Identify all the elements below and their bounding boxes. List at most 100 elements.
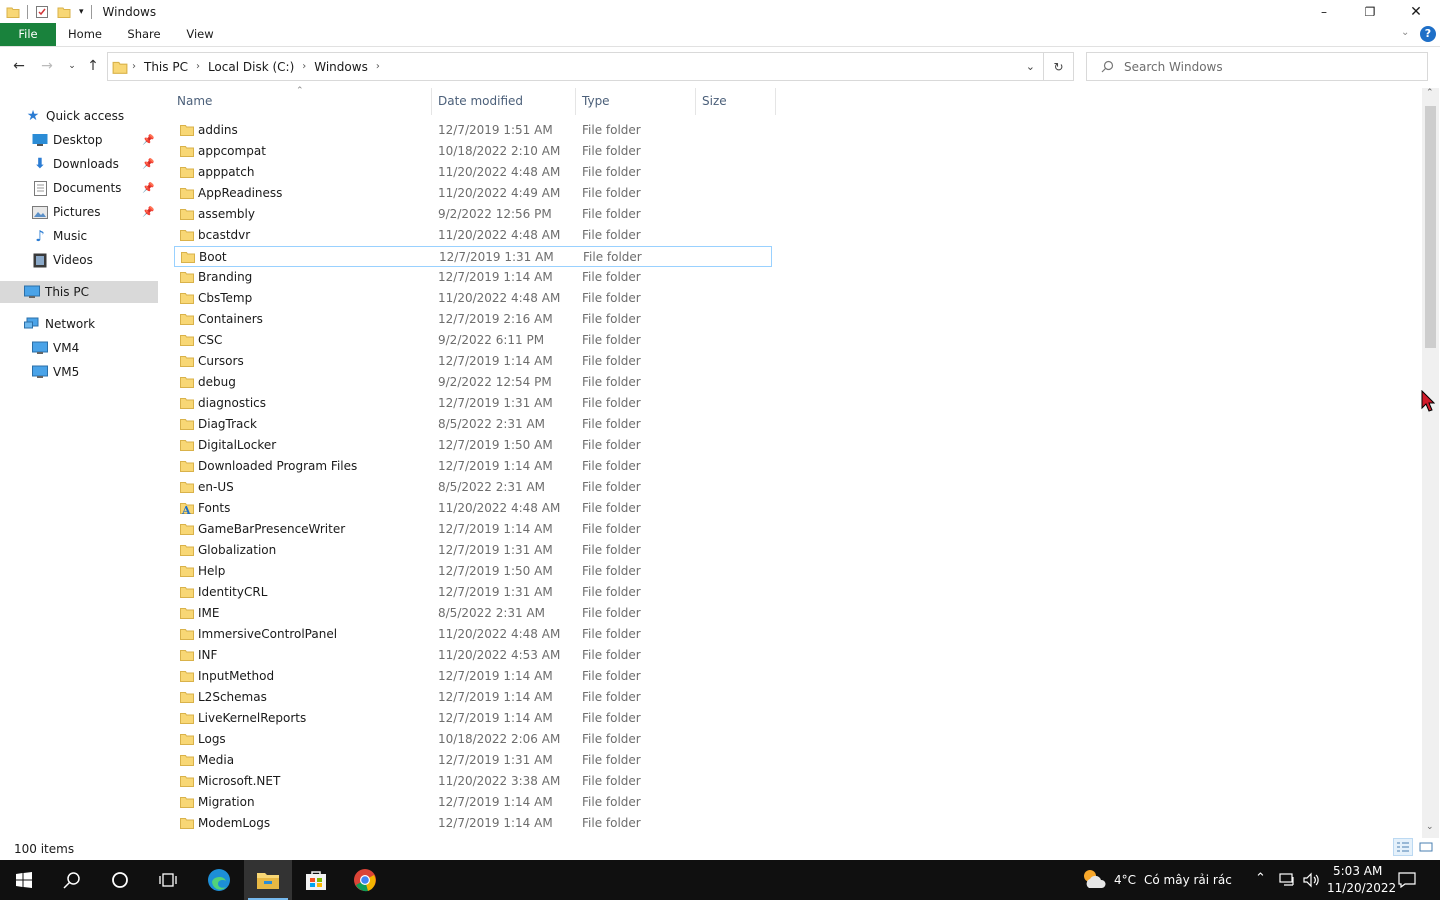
volume-icon[interactable] bbox=[1302, 872, 1320, 888]
file-type: File folder bbox=[582, 270, 641, 284]
address-dropdown-icon[interactable]: ⌄ bbox=[1026, 60, 1035, 73]
file-row[interactable]: Globalization 12/7/2019 1:31 AM File folde… bbox=[174, 540, 772, 561]
chevron-right-icon[interactable]: › bbox=[376, 61, 380, 72]
start-button[interactable] bbox=[0, 860, 48, 900]
task-view-button[interactable] bbox=[144, 860, 192, 900]
file-explorer-button[interactable] bbox=[244, 860, 292, 900]
file-row[interactable]: appcompat 10/18/2022 2:10 AM File folder bbox=[174, 141, 772, 162]
tab-view[interactable]: View bbox=[180, 23, 220, 46]
file-row[interactable]: DiagTrack 8/5/2022 2:31 AM File folder bbox=[174, 414, 772, 435]
customize-toolbar-icon[interactable]: ▾ bbox=[79, 7, 84, 17]
file-row[interactable]: DigitalLocker 12/7/2019 1:50 AM File folde… bbox=[174, 435, 772, 456]
cortana-button[interactable] bbox=[96, 860, 144, 900]
file-row[interactable]: assembly 9/2/2022 12:56 PM File folder bbox=[174, 204, 772, 225]
expand-ribbon-icon[interactable]: ⌄ bbox=[1401, 27, 1409, 38]
chrome-button[interactable] bbox=[341, 860, 389, 900]
file-type: File folder bbox=[582, 291, 641, 305]
weather-icon[interactable] bbox=[1081, 868, 1107, 890]
close-button[interactable]: ✕ bbox=[1393, 0, 1439, 23]
file-row[interactable]: Migration 12/7/2019 1:14 AM File folder bbox=[174, 792, 772, 813]
file-type: File folder bbox=[583, 250, 642, 264]
file-type: File folder bbox=[582, 501, 641, 515]
search-input[interactable]: Search Windows bbox=[1124, 60, 1223, 74]
file-row[interactable]: INF 11/20/2022 4:53 AM File folder bbox=[174, 645, 772, 666]
vertical-scrollbar[interactable]: ⌃ ⌄ bbox=[1422, 88, 1439, 838]
file-row[interactable]: IME 8/5/2022 2:31 AM File folder bbox=[174, 603, 772, 624]
clock-time[interactable]: 5:03 AM bbox=[1333, 864, 1382, 878]
scroll-down-icon[interactable]: ⌄ bbox=[1426, 822, 1434, 832]
store-button[interactable] bbox=[292, 860, 340, 900]
file-row[interactable]: ImmersiveControlPanel 11/20/2022 4:48 AM F… bbox=[174, 624, 772, 645]
file-row[interactable]: Help 12/7/2019 1:50 AM File folder bbox=[174, 561, 772, 582]
file-row[interactable]: apppatch 11/20/2022 4:48 AM File folder bbox=[174, 162, 772, 183]
tab-share[interactable]: Share bbox=[122, 23, 166, 46]
file-name: CSC bbox=[198, 333, 223, 347]
file-row[interactable]: IdentityCRL 12/7/2019 1:31 AM File folder bbox=[174, 582, 772, 603]
column-header-size[interactable]: Size bbox=[702, 88, 772, 115]
search-box[interactable]: Search Windows bbox=[1086, 52, 1428, 81]
file-row[interactable]: CbsTemp 11/20/2022 4:48 AM File folder bbox=[174, 288, 772, 309]
refresh-button[interactable]: ↻ bbox=[1044, 52, 1074, 81]
edge-button[interactable] bbox=[195, 860, 243, 900]
notifications-icon[interactable] bbox=[1398, 872, 1416, 888]
file-type: File folder bbox=[582, 207, 641, 221]
properties-icon[interactable] bbox=[35, 5, 49, 19]
large-icons-view-button[interactable] bbox=[1416, 838, 1436, 856]
file-row[interactable]: GameBarPresenceWriter 12/7/2019 1:14 AM Fi… bbox=[174, 519, 772, 540]
file-row[interactable]: Cursors 12/7/2019 1:14 AM File folder bbox=[174, 351, 772, 372]
recent-locations-button[interactable]: ⌄ bbox=[62, 55, 82, 77]
file-row[interactable]: Branding 12/7/2019 1:14 AM File folder bbox=[174, 267, 772, 288]
help-icon[interactable]: ? bbox=[1420, 26, 1436, 42]
file-row[interactable]: LiveKernelReports 12/7/2019 1:14 AM File f… bbox=[174, 708, 772, 729]
minimize-button[interactable]: – bbox=[1301, 0, 1347, 23]
file-row[interactable]: Microsoft.NET 11/20/2022 3:38 AM File fold… bbox=[174, 771, 772, 792]
chrome-icon bbox=[354, 869, 376, 892]
forward-button[interactable]: → bbox=[37, 55, 57, 77]
file-row[interactable]: L2Schemas 12/7/2019 1:14 AM File folder bbox=[174, 687, 772, 708]
column-header-type[interactable]: Type bbox=[582, 88, 692, 115]
network-status-icon[interactable] bbox=[1279, 872, 1297, 888]
column-header-date[interactable]: Date modified bbox=[438, 88, 574, 115]
item-count: 100 items bbox=[14, 842, 75, 856]
file-row[interactable]: Logs 10/18/2022 2:06 AM File folder bbox=[174, 729, 772, 750]
file-row[interactable]: en-US 8/5/2022 2:31 AM File folder bbox=[174, 477, 772, 498]
tab-file[interactable]: File bbox=[0, 23, 56, 46]
file-row[interactable]: Media 12/7/2019 1:31 AM File folder bbox=[174, 750, 772, 771]
file-date: 9/2/2022 6:11 PM bbox=[438, 333, 545, 347]
weather-description[interactable]: Có mây rải rác bbox=[1144, 873, 1232, 887]
scroll-up-icon[interactable]: ⌃ bbox=[1426, 88, 1434, 98]
file-row[interactable]: ModemLogs 12/7/2019 1:14 AM File folder bbox=[174, 813, 772, 834]
file-row[interactable]: CSC 9/2/2022 6:11 PM File folder bbox=[174, 330, 772, 351]
weather-temperature[interactable]: 4°C bbox=[1114, 873, 1136, 887]
file-row[interactable]: InputMethod 12/7/2019 1:14 AM File folder bbox=[174, 666, 772, 687]
back-button[interactable]: ← bbox=[9, 55, 29, 77]
file-row[interactable]: A Fonts 11/20/2022 4:48 AM File folder bbox=[174, 498, 772, 519]
file-row[interactable]: bcastdvr 11/20/2022 4:48 AM File folder bbox=[174, 225, 772, 246]
search-button[interactable] bbox=[48, 860, 96, 900]
file-row[interactable]: addins 12/7/2019 1:51 AM File folder bbox=[174, 120, 772, 141]
chevron-right-icon[interactable]: › bbox=[302, 61, 306, 72]
up-button[interactable]: ↑ bbox=[83, 55, 103, 77]
address-bar[interactable]: › This PC › Local Disk (C:) › Windows › … bbox=[107, 52, 1044, 81]
file-row[interactable]: AppReadiness 11/20/2022 4:49 AM File folde… bbox=[174, 183, 772, 204]
clock-date[interactable]: 11/20/2022 bbox=[1327, 881, 1396, 895]
chevron-right-icon[interactable]: › bbox=[132, 61, 136, 72]
file-name: debug bbox=[198, 375, 236, 389]
chevron-right-icon[interactable]: › bbox=[196, 61, 200, 72]
file-row[interactable]: diagnostics 12/7/2019 1:31 AM File folder bbox=[174, 393, 772, 414]
file-date: 11/20/2022 4:53 AM bbox=[438, 648, 561, 662]
file-row[interactable]: Boot 12/7/2019 1:31 AM File folder bbox=[174, 246, 772, 267]
show-hidden-icons-icon[interactable]: ⌃ bbox=[1255, 871, 1266, 886]
file-row[interactable]: Downloaded Program Files 12/7/2019 1:14 A… bbox=[174, 456, 772, 477]
scrollbar-thumb[interactable] bbox=[1425, 106, 1436, 348]
maximize-button[interactable]: ❐ bbox=[1347, 0, 1393, 23]
file-row[interactable]: Containers 12/7/2019 2:16 AM File folder bbox=[174, 309, 772, 330]
file-row[interactable]: debug 9/2/2022 12:54 PM File folder bbox=[174, 372, 772, 393]
new-folder-icon[interactable] bbox=[57, 5, 71, 19]
folder-icon bbox=[180, 795, 194, 809]
details-view-button[interactable] bbox=[1393, 838, 1413, 856]
breadcrumb-windows[interactable]: Windows bbox=[314, 60, 368, 74]
breadcrumb-this-pc[interactable]: This PC bbox=[144, 60, 188, 74]
tab-home[interactable]: Home bbox=[62, 23, 108, 46]
breadcrumb-local-disk[interactable]: Local Disk (C:) bbox=[208, 60, 294, 74]
